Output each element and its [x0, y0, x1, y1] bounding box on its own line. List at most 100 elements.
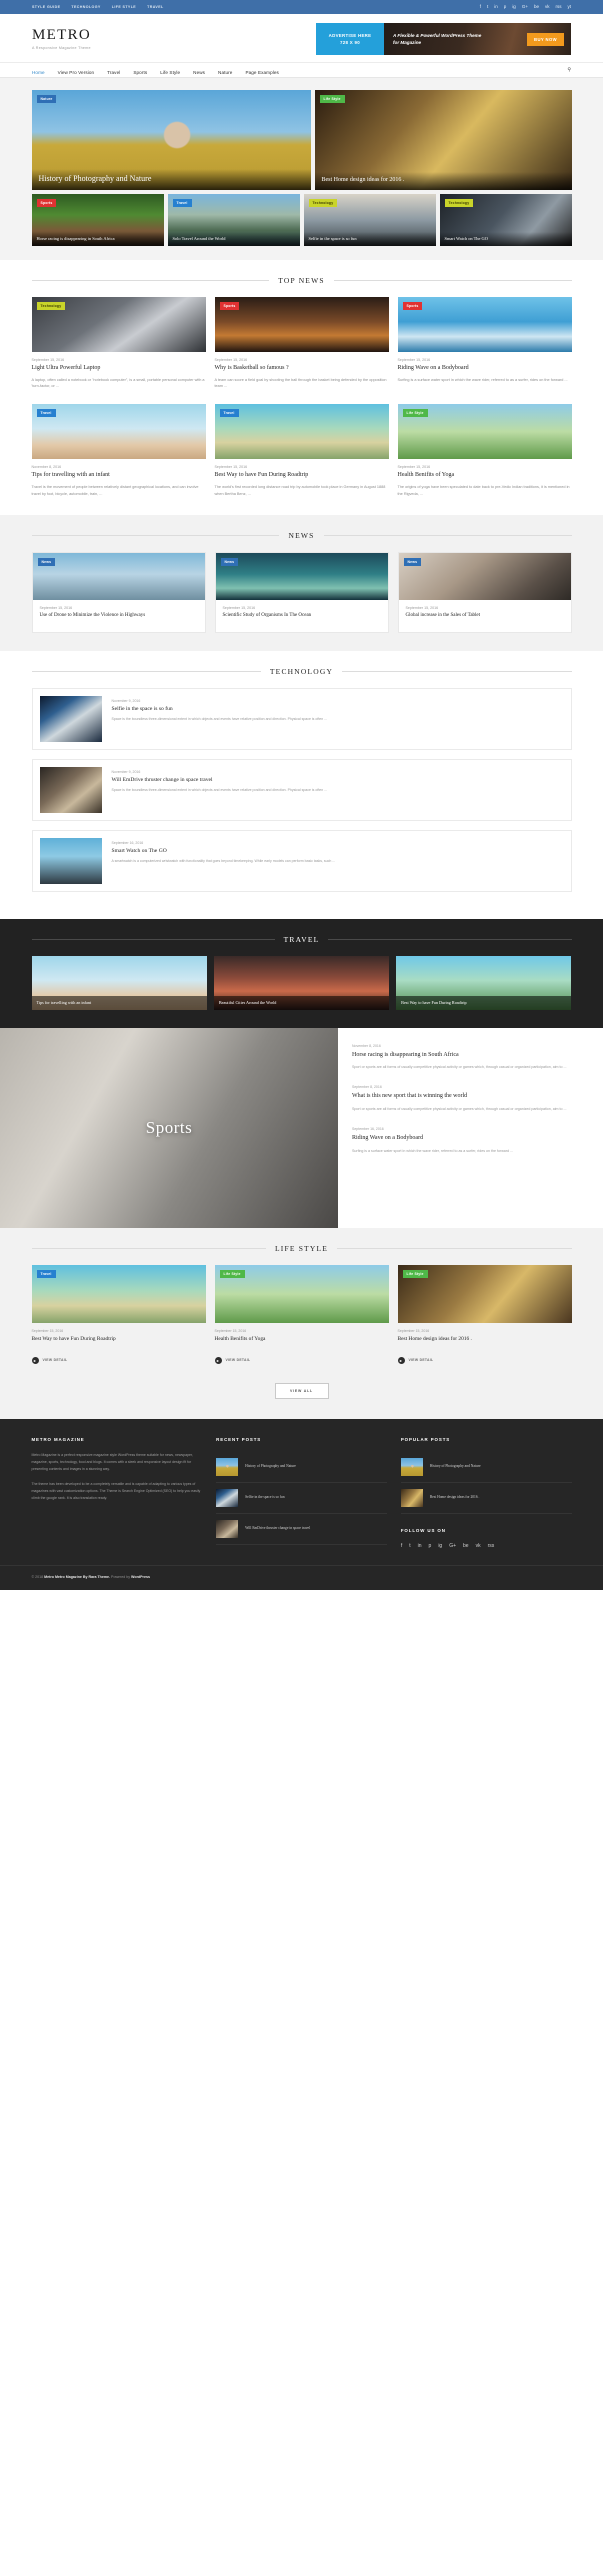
- topnav-link[interactable]: TRAVEL: [147, 5, 164, 9]
- post-card[interactable]: Travel September 15, 2016 Best Way to ha…: [214, 404, 389, 497]
- post-title[interactable]: Smart Watch on The GO: [112, 848, 564, 854]
- post-list-item[interactable]: September 16, 2016 Smart Watch on The GO…: [31, 829, 572, 892]
- rss-icon[interactable]: rss: [488, 1543, 495, 1549]
- instagram-icon[interactable]: ig: [512, 4, 516, 10]
- linkedin-icon[interactable]: in: [494, 4, 498, 10]
- category-badge[interactable]: Life Style: [402, 409, 428, 418]
- post-list-item[interactable]: September 16, 2016 Riding Wave on a Body…: [352, 1127, 587, 1155]
- post-thumbnail[interactable]: Travel: [31, 404, 206, 460]
- youtube-icon[interactable]: yt: [567, 4, 571, 10]
- behance-icon[interactable]: be: [534, 4, 539, 10]
- featured-small-title[interactable]: Smart Watch on The GO: [439, 231, 572, 246]
- post-card[interactable]: Travel November 8, 2016 Tips for travell…: [31, 404, 206, 497]
- nav-link[interactable]: View Pro Version: [58, 70, 95, 75]
- post-list-item[interactable]: September 8, 2016 What is this new sport…: [352, 1085, 587, 1113]
- twitter-icon[interactable]: t: [487, 4, 488, 10]
- post-title[interactable]: Health Benifits of Yoga: [215, 1336, 389, 1343]
- pinterest-icon[interactable]: p: [504, 4, 507, 10]
- facebook-icon[interactable]: f: [401, 1543, 402, 1549]
- category-badge[interactable]: Travel: [36, 1269, 56, 1278]
- post-card[interactable]: News September 15, 2016 Global increase …: [397, 552, 572, 633]
- post-card[interactable]: Sports September 15, 2016 Riding Wave on…: [397, 297, 572, 390]
- post-card[interactable]: Life Style September 15, 2016 Health Ben…: [397, 404, 572, 497]
- category-badge[interactable]: Life Style: [219, 1269, 245, 1278]
- post-thumbnail[interactable]: Travel: [214, 404, 389, 460]
- featured-small-title[interactable]: Solo Travel Around the World: [167, 231, 300, 246]
- nav-item-page-examples[interactable]: Page Examples: [245, 61, 278, 79]
- post-title[interactable]: Selfie in the space is so fun: [245, 1495, 284, 1500]
- nav-link[interactable]: Travel: [107, 70, 120, 75]
- nav-item-travel[interactable]: Travel: [107, 61, 120, 79]
- nav-link[interactable]: Nature: [218, 70, 232, 75]
- post-card[interactable]: Sports September 15, 2016 Why is Basketb…: [214, 297, 389, 390]
- nav-link[interactable]: Life Style: [160, 70, 180, 75]
- linkedin-icon[interactable]: in: [418, 1543, 422, 1549]
- post-thumbnail[interactable]: News: [215, 553, 388, 601]
- featured-small-title[interactable]: Selfie in the space is so fun: [303, 231, 436, 246]
- post-title[interactable]: Beautiful Cities Around the World: [213, 996, 390, 1010]
- post-thumbnail[interactable]: Travel: [31, 1264, 206, 1323]
- post-title[interactable]: Why is Basketball so famous ?: [215, 365, 389, 373]
- post-title[interactable]: Light Ultra Powerful Laptop: [32, 365, 206, 373]
- nav-item-life-style[interactable]: Life Style: [160, 61, 180, 79]
- recent-post-item[interactable]: Will EmDrive thruster change in space tr…: [216, 1514, 387, 1545]
- post-thumbnail[interactable]: [39, 837, 102, 884]
- googleplus-icon[interactable]: G+: [449, 1543, 456, 1549]
- view-all-button[interactable]: VIEW ALL: [274, 1382, 329, 1399]
- post-title[interactable]: What is this new sport that is winning t…: [352, 1093, 587, 1101]
- post-title[interactable]: Riding Wave on a Bodyboard: [398, 365, 572, 373]
- category-badge[interactable]: Technology: [36, 302, 66, 310]
- featured-side-tile[interactable]: Life Style Best Home design ideas for 20…: [314, 90, 572, 190]
- popular-post-item[interactable]: History of Photography and Nature: [400, 1452, 572, 1483]
- instagram-icon[interactable]: ig: [438, 1543, 442, 1549]
- post-list-item[interactable]: November 8, 2016 Horse racing is disappe…: [352, 1044, 587, 1072]
- recent-post-item[interactable]: Selfie in the space is so fun: [216, 1483, 387, 1514]
- post-title[interactable]: Tips for travelling with an infant: [31, 996, 207, 1010]
- twitter-icon[interactable]: t: [409, 1543, 410, 1549]
- post-title[interactable]: Best Home design ideas for 2016 .: [430, 1495, 480, 1500]
- post-title[interactable]: Best Way to have Fun During Roadtrip: [32, 1336, 206, 1343]
- search-icon[interactable]: ⚲: [567, 67, 571, 73]
- buy-now-button[interactable]: BUY NOW: [527, 32, 564, 46]
- category-badge[interactable]: Life Style: [319, 95, 345, 103]
- pinterest-icon[interactable]: p: [429, 1543, 432, 1549]
- post-list-item[interactable]: November 9, 2016 Selfie in the space is …: [31, 687, 572, 750]
- category-badge[interactable]: Technology: [308, 199, 338, 207]
- post-card[interactable]: Travel September 15, 2016 Best Way to ha…: [31, 1264, 206, 1367]
- post-title[interactable]: Will EmDrive thruster change in space tr…: [112, 777, 564, 783]
- wordpress-link[interactable]: WordPress: [131, 1575, 150, 1579]
- category-badge[interactable]: Sports: [219, 302, 240, 310]
- nav-link[interactable]: Sports: [133, 70, 147, 75]
- post-list-item[interactable]: November 9, 2016 Will EmDrive thruster c…: [31, 758, 572, 821]
- nav-link[interactable]: News: [193, 70, 205, 75]
- post-title[interactable]: Will EmDrive thruster change in space tr…: [245, 1526, 310, 1531]
- topnav-link[interactable]: STYLE GUIDE: [32, 5, 60, 9]
- post-title[interactable]: History of Photography and Nature: [430, 1464, 481, 1469]
- post-title[interactable]: Tips for travelling with an infant: [32, 472, 206, 480]
- category-badge[interactable]: Nature: [36, 95, 57, 103]
- post-title[interactable]: Best Home design ideas for 2016 .: [398, 1336, 572, 1343]
- vk-icon[interactable]: vk: [545, 4, 550, 10]
- category-badge[interactable]: Technology: [444, 199, 474, 207]
- post-title[interactable]: Use of Drone to Minimize the Violence in…: [40, 613, 198, 620]
- category-badge[interactable]: News: [220, 558, 239, 567]
- category-badge[interactable]: Travel: [219, 409, 239, 418]
- post-card[interactable]: News September 15, 2016 Use of Drone to …: [31, 552, 206, 633]
- post-thumbnail[interactable]: [39, 695, 102, 742]
- post-card[interactable]: Technology September 15, 2016 Light Ultr…: [31, 297, 206, 390]
- nav-link[interactable]: Home: [32, 70, 45, 75]
- googleplus-icon[interactable]: G+: [522, 4, 528, 10]
- popular-post-item[interactable]: Best Home design ideas for 2016 .: [400, 1483, 572, 1514]
- view-detail-button[interactable]: ▸ VIEW DETAIL: [31, 1356, 68, 1364]
- post-thumbnail[interactable]: Life Style: [397, 404, 572, 460]
- behance-icon[interactable]: be: [463, 1543, 469, 1549]
- nav-item-home[interactable]: Home: [32, 61, 45, 79]
- post-card[interactable]: Tips for travelling with an infant: [31, 955, 207, 1010]
- post-title[interactable]: Health Benifits of Yoga: [398, 472, 572, 480]
- featured-main-tile[interactable]: Nature History of Photography and Nature: [31, 90, 311, 190]
- post-thumbnail[interactable]: News: [32, 553, 205, 601]
- facebook-icon[interactable]: f: [480, 4, 481, 10]
- topnav-link[interactable]: TECHNOLOGY: [71, 5, 100, 9]
- header-advertisement[interactable]: ADVERTISE HERE 728 X 90 A Flexible & Pow…: [316, 23, 571, 55]
- post-card[interactable]: Life Style September 15, 2016 Health Ben…: [214, 1264, 389, 1367]
